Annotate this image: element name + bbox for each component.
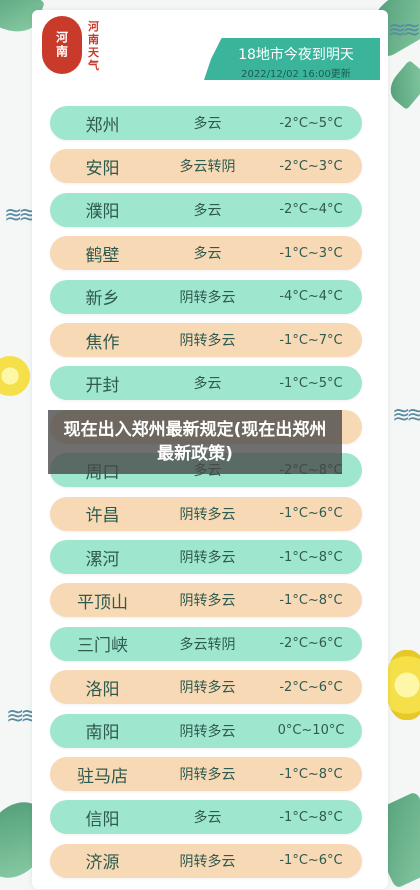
temperature-range: -1°C~8°C: [279, 592, 343, 608]
temperature-range: -1°C~6°C: [279, 506, 343, 522]
city-name: 漯河: [85, 549, 120, 570]
city-name: 新乡: [85, 289, 120, 310]
city-name: 鹤壁: [85, 245, 120, 266]
forecast-row: 驻马店 阴转多云 -1°C~8°C: [50, 757, 362, 791]
city-name: 平顶山: [77, 592, 128, 613]
banner-title: 18地市今夜到明天: [238, 47, 354, 63]
forecast-row: 许昌 阴转多云 -1°C~6°C: [50, 496, 362, 531]
city-name: 南阳: [85, 723, 120, 744]
city-name: 济源: [85, 853, 120, 874]
weather-condition: 多云: [193, 810, 222, 827]
temperature-range: -2°C~6°C: [279, 679, 343, 695]
city-name: 安阳: [85, 158, 120, 179]
weather-condition: 多云转阴: [179, 159, 236, 176]
temperature-range: -1°C~3°C: [279, 245, 343, 261]
city-name: 信阳: [85, 809, 120, 830]
city-name: 郑州: [85, 115, 120, 136]
weather-condition: 阴转多云: [179, 333, 236, 349]
forecast-row: 平顶山 阴转多云 -1°C~8°C: [50, 583, 362, 618]
weather-condition: 阴转多云: [179, 289, 236, 306]
logo-glyph: 河南: [54, 31, 69, 59]
article-title-overlay[interactable]: 现在出入郑州最新规定(现在出郑州最新政策): [48, 410, 342, 474]
banner-update-time: 2022/12/02 16:00更新: [241, 69, 351, 80]
weather-condition: 阴转多云: [179, 550, 236, 566]
article-title: 现在出入郑州最新规定(现在出郑州最新政策): [63, 420, 327, 464]
forecast-row: 濮阳 多云 -2°C~4°C: [50, 192, 362, 227]
weather-condition: 多云: [193, 376, 222, 393]
temperature-range: -1°C~6°C: [279, 853, 343, 869]
city-name: 许昌: [85, 506, 120, 527]
weather-condition: 阴转多云: [179, 723, 236, 740]
forecast-row: 南阳 阴转多云 0°C~10°C: [50, 713, 362, 748]
weather-condition: 阴转多云: [179, 767, 236, 783]
weather-condition: 多云: [193, 116, 222, 132]
temperature-range: -1°C~8°C: [279, 766, 343, 782]
temperature-range: -2°C~6°C: [279, 636, 343, 652]
forecast-row: 信阳 多云 -1°C~8°C: [50, 800, 362, 835]
forecast-row: 三门峡 多云转阴 -2°C~6°C: [50, 626, 362, 661]
temperature-range: -1°C~8°C: [279, 809, 343, 825]
brand-name: 河南天气: [88, 20, 99, 72]
weather-condition: 多云: [193, 202, 222, 219]
weather-condition: 阴转多云: [179, 680, 236, 697]
forecast-row: 开封 多云 -1°C~5°C: [50, 366, 362, 401]
wave-right-mid: ≋≋: [392, 403, 420, 428]
forecast-row: 漯河 阴转多云 -1°C~8°C: [50, 540, 362, 574]
weather-condition: 多云: [193, 246, 222, 263]
city-name: 开封: [85, 375, 120, 396]
temperature-range: -4°C~4°C: [279, 289, 343, 305]
logo-seal: 河南: [42, 16, 82, 74]
wave-left-bottom: ≋≋: [6, 704, 39, 729]
city-name: 三门峡: [77, 636, 128, 657]
temperature-range: -2°C~3°C: [279, 158, 343, 174]
temperature-range: -1°C~8°C: [279, 549, 343, 565]
city-name: 洛阳: [85, 679, 120, 700]
lemon-left: [0, 356, 30, 396]
weather-condition: 阴转多云: [179, 853, 236, 870]
forecast-row: 洛阳 阴转多云 -2°C~6°C: [50, 670, 362, 705]
forecast-row: 焦作 阴转多云 -1°C~7°C: [50, 323, 362, 357]
temperature-range: -2°C~4°C: [279, 202, 343, 218]
temperature-range: -1°C~5°C: [279, 375, 343, 391]
weather-condition: 阴转多云: [179, 593, 236, 610]
city-name: 焦作: [85, 332, 120, 353]
city-name: 濮阳: [85, 202, 120, 223]
forecast-row: 安阳 多云转阴 -2°C~3°C: [50, 149, 362, 184]
forecast-row: 新乡 阴转多云 -4°C~4°C: [50, 279, 362, 314]
weather-condition: 多云转阴: [179, 636, 236, 653]
temperature-range: -2°C~5°C: [279, 115, 343, 131]
weather-condition: 阴转多云: [179, 506, 236, 523]
city-name: 驻马店: [77, 766, 128, 787]
forecast-row: 郑州 多云 -2°C~5°C: [50, 106, 362, 140]
temperature-range: 0°C~10°C: [277, 723, 345, 739]
forecast-row: 济源 阴转多云 -1°C~6°C: [50, 843, 362, 878]
wave-right-top: ≋≋: [388, 18, 420, 43]
wave-left-top: ≋≋: [4, 203, 37, 228]
forecast-row: 鹤壁 多云 -1°C~3°C: [50, 236, 362, 271]
temperature-range: -1°C~7°C: [279, 332, 343, 348]
leaf-right: [383, 60, 420, 110]
lemon-right: [386, 650, 420, 720]
